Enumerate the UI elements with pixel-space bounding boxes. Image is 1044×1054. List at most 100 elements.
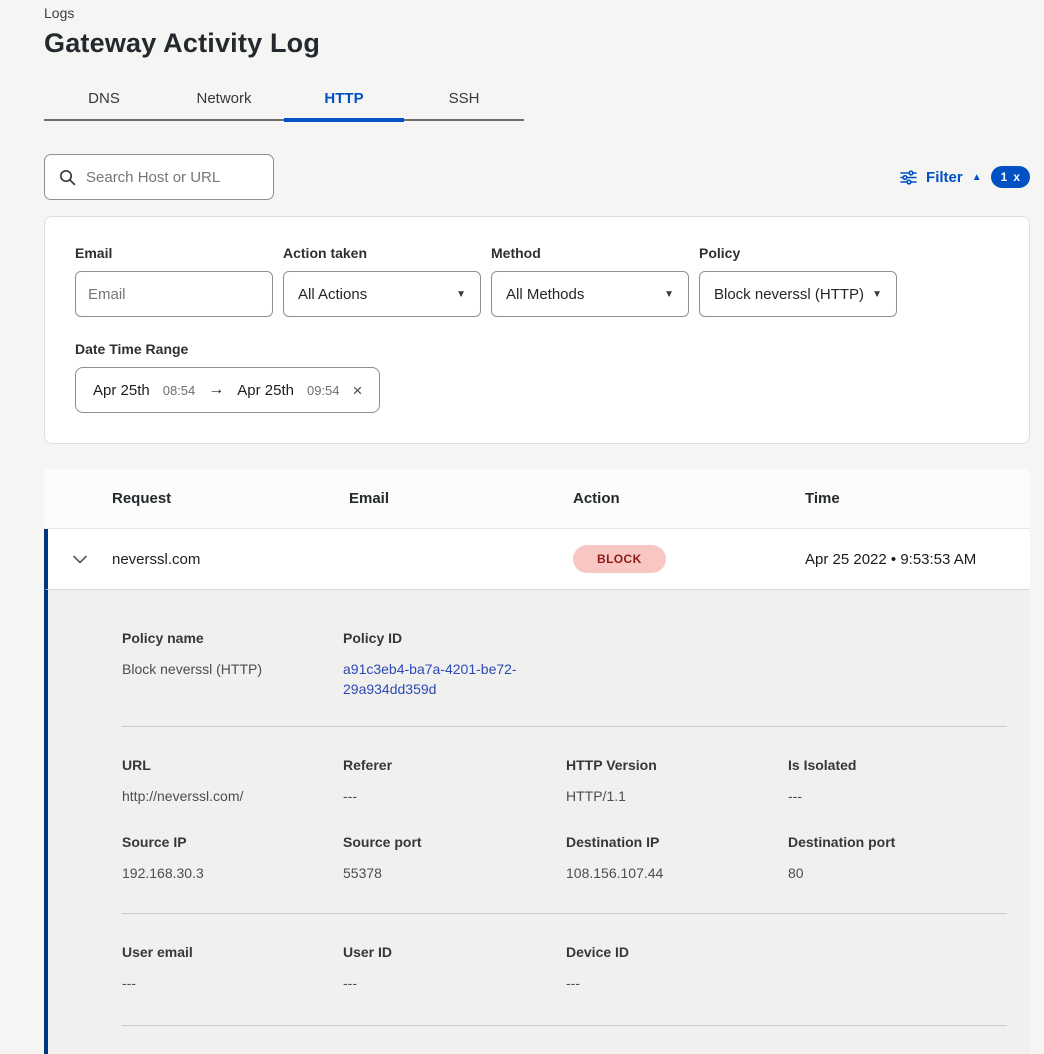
action-taken-label: Action taken [283,245,481,261]
column-header-time: Time [805,490,1030,507]
breadcrumb: Logs [44,0,1030,21]
table-row[interactable]: neverssl.com BLOCK Apr 25 2022 • 9:53:53… [44,529,1030,589]
source-port-field: Source port 55378 [343,834,566,883]
source-port-label: Source port [343,834,566,850]
filter-clear-x[interactable]: x [1013,170,1020,184]
source-port-value: 55378 [343,863,566,883]
start-date[interactable]: Apr 25th [93,382,150,399]
method-label: Method [491,245,689,261]
email-filter-label: Email [75,245,273,261]
policy-id-link[interactable]: a91c3eb4-ba7a-4201-be72-29a934dd359d [343,659,539,700]
filter-count: 1 [1001,170,1008,184]
action-taken-select[interactable]: All Actions ▼ [283,271,481,317]
action-taken-field: Action taken All Actions ▼ [283,245,481,317]
filter-panel: Email Action taken All Actions ▼ Method … [44,216,1030,444]
referer-field: Referer --- [343,757,566,806]
destination-ip-label: Destination IP [566,834,788,850]
url-label: URL [122,757,343,773]
method-select[interactable]: All Methods ▼ [491,271,689,317]
column-header-email: Email [349,490,573,507]
filter-controls: Filter ▲ 1 x [900,166,1030,188]
range-arrow-icon: → [208,381,224,399]
referer-value: --- [343,786,566,806]
source-ip-value: 192.168.30.3 [122,863,343,883]
tab-network[interactable]: Network [164,79,284,119]
filter-count-badge[interactable]: 1 x [991,166,1030,188]
chevron-down-icon: ▼ [456,289,466,300]
http-details-section: URL http://neverssl.com/ Referer --- HTT… [122,727,1007,914]
policy-name-value: Block neverssl (HTTP) [122,659,343,679]
status-badge: BLOCK [573,545,666,573]
end-time[interactable]: 09:54 [307,383,340,398]
source-ip-label: Source IP [122,834,343,850]
table-header-row: Request Email Action Time [44,469,1030,529]
end-date[interactable]: Apr 25th [237,382,294,399]
url-value: http://neverssl.com/ [122,786,343,806]
email-filter-field: Email [75,245,273,317]
policy-section: Policy name Block neverssl (HTTP) Policy… [122,590,1007,726]
user-details-section: User email --- User ID --- Device ID --- [122,914,1007,1025]
destination-port-value: 80 [788,863,1007,883]
device-id-field: Device ID --- [566,944,788,993]
user-id-label: User ID [343,944,566,960]
tab-http[interactable]: HTTP [284,79,404,119]
tab-dns[interactable]: DNS [44,79,164,119]
column-header-action: Action [573,490,805,507]
policy-select[interactable]: Block neverssl (HTTP) ▼ [699,271,897,317]
collapse-caret-icon[interactable]: ▲ [972,172,982,183]
referer-label: Referer [343,757,566,773]
search-icon [59,169,76,186]
user-id-field: User ID --- [343,944,566,993]
expanded-row-details: Policy name Block neverssl (HTTP) Policy… [44,589,1030,1054]
time-value: Apr 25 2022 • 9:53:53 AM [805,551,1030,568]
user-email-value: --- [122,973,343,993]
toolbar: Filter ▲ 1 x [44,154,1030,200]
user-id-value: --- [343,973,566,993]
device-id-label: Device ID [566,944,788,960]
search-input[interactable] [86,169,259,186]
device-id-value: --- [566,973,788,993]
activity-log-table: Request Email Action Time neverssl.com B… [44,469,1030,1054]
destination-port-label: Destination port [788,834,1007,850]
is-isolated-label: Is Isolated [788,757,1007,773]
email-filter-input[interactable] [75,271,273,317]
source-ip-field: Source IP 192.168.30.3 [122,834,343,883]
request-value: neverssl.com [112,551,349,568]
is-isolated-value: --- [788,786,1007,806]
page-title: Gateway Activity Log [44,28,1030,59]
chevron-down-icon: ▼ [664,289,674,300]
date-range-field: Date Time Range Apr 25th 08:54 → Apr 25t… [75,341,999,413]
chevron-down-icon: ▼ [872,289,882,300]
policy-name-field: Policy name Block neverssl (HTTP) [122,630,343,700]
clear-range-icon[interactable]: × [353,382,363,399]
expand-chevron-icon[interactable] [48,555,112,564]
policy-name-label: Policy name [122,630,343,646]
policy-value: Block neverssl (HTTP) [714,286,864,303]
action-taken-value: All Actions [298,286,367,303]
method-field: Method All Methods ▼ [491,245,689,317]
policy-field: Policy Block neverssl (HTTP) ▼ [699,245,897,317]
http-version-value: HTTP/1.1 [566,786,788,806]
filter-toggle-button[interactable]: Filter [926,169,963,186]
destination-port-field: Destination port 80 [788,834,1007,883]
tab-bar: DNS Network HTTP SSH [44,79,524,121]
destination-ip-field: Destination IP 108.156.107.44 [566,834,788,883]
filter-sliders-icon [900,170,917,185]
action-cell: BLOCK [573,545,805,573]
method-value: All Methods [506,286,584,303]
destination-ip-value: 108.156.107.44 [566,863,788,883]
http-version-label: HTTP Version [566,757,788,773]
tab-ssh[interactable]: SSH [404,79,524,119]
date-range-picker[interactable]: Apr 25th 08:54 → Apr 25th 09:54 × [75,367,380,413]
policy-label: Policy [699,245,897,261]
column-header-request: Request [112,490,349,507]
user-email-label: User email [122,944,343,960]
date-range-label: Date Time Range [75,341,999,357]
policy-id-field: Policy ID a91c3eb4-ba7a-4201-be72-29a934… [343,630,566,700]
is-isolated-field: Is Isolated --- [788,757,1007,806]
policy-id-label: Policy ID [343,630,566,646]
url-field: URL http://neverssl.com/ [122,757,343,806]
search-box[interactable] [44,154,274,200]
section-divider [122,1025,1007,1026]
start-time[interactable]: 08:54 [163,383,196,398]
